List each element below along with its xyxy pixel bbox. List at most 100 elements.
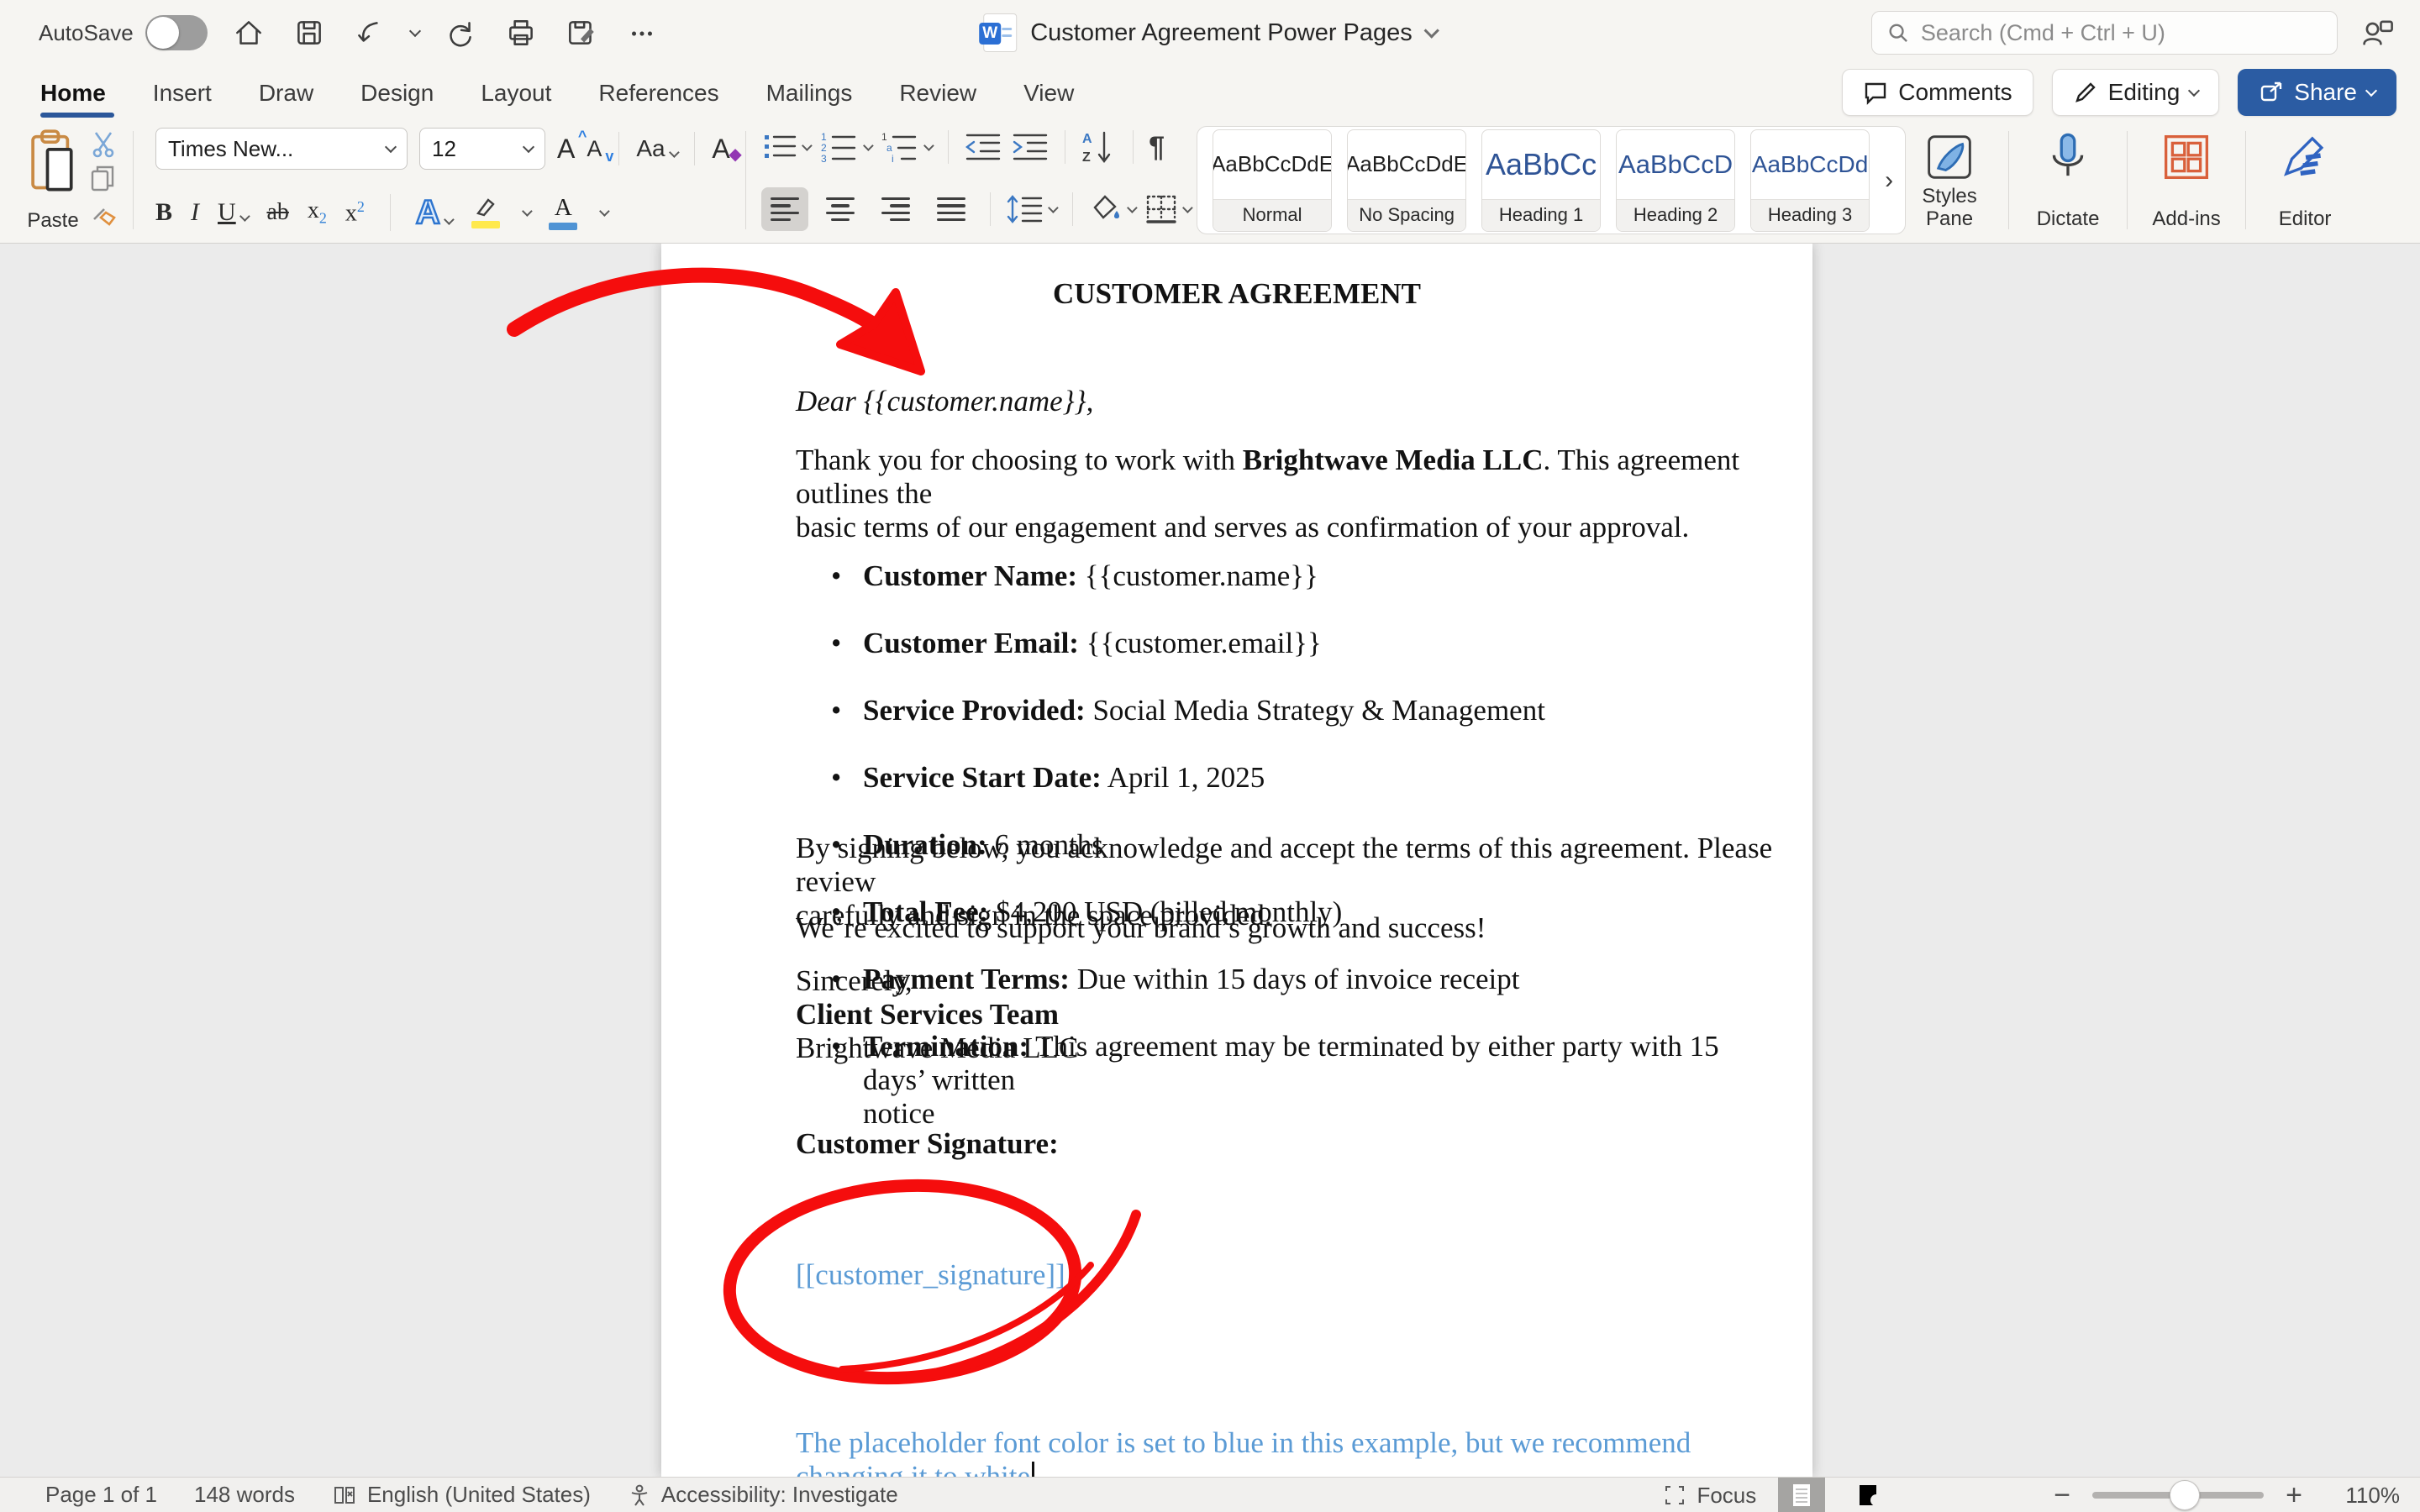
- save-as-icon[interactable]: [562, 13, 601, 52]
- styles-pane-button[interactable]: Styles Pane: [1906, 126, 1993, 234]
- styles-pane-icon: [1923, 131, 1975, 183]
- editing-mode-button[interactable]: Editing: [2052, 69, 2220, 116]
- doc-heading: CUSTOMER AGREEMENT: [661, 277, 1812, 311]
- font-size-value: 12: [432, 136, 456, 162]
- word-count[interactable]: 148 words: [194, 1482, 295, 1508]
- add-ins-button[interactable]: Add-ins: [2143, 126, 2230, 234]
- undo-icon[interactable]: [350, 13, 389, 52]
- tab-home[interactable]: Home: [40, 66, 129, 121]
- tab-mailings[interactable]: Mailings: [743, 66, 876, 121]
- document-title[interactable]: Customer Agreement Power Pages: [1030, 19, 1413, 47]
- outline-view-button[interactable]: [1916, 1478, 1963, 1512]
- doc-team: Client Services Team: [796, 998, 1059, 1031]
- ribbon-tab-row: Home Insert Draw Design Layout Reference…: [0, 66, 2420, 121]
- text-effects-button[interactable]: A: [416, 196, 453, 230]
- style-heading-2[interactable]: AaBbCcD Heading 2: [1616, 129, 1735, 232]
- draft-view-button[interactable]: [1985, 1478, 2032, 1512]
- tab-view[interactable]: View: [1000, 66, 1097, 121]
- cut-icon[interactable]: [89, 129, 118, 158]
- bold-button[interactable]: B: [155, 198, 172, 227]
- highlight-button[interactable]: [471, 197, 500, 228]
- presence-people-icon[interactable]: [2358, 13, 2396, 52]
- show-paragraph-marks-button[interactable]: ¶: [1149, 131, 1165, 164]
- autosave-control[interactable]: AutoSave: [39, 15, 208, 50]
- decrease-indent-button[interactable]: [964, 130, 1002, 164]
- font-size-select[interactable]: 12: [419, 128, 545, 170]
- more-options-icon[interactable]: [623, 13, 661, 52]
- tab-layout[interactable]: Layout: [457, 66, 575, 121]
- shrink-font-button[interactable]: Av: [587, 138, 602, 160]
- style-heading-3[interactable]: AaBbCcDd Heading 3: [1750, 129, 1870, 232]
- increase-indent-button[interactable]: [1011, 130, 1050, 164]
- strikethrough-button[interactable]: ab: [266, 199, 288, 226]
- page-indicator[interactable]: Page 1 of 1: [45, 1482, 157, 1508]
- print-icon[interactable]: [502, 13, 540, 52]
- align-center-button[interactable]: [817, 187, 864, 231]
- font-color-bar: [549, 223, 577, 230]
- focus-button[interactable]: Focus: [1663, 1483, 1756, 1509]
- search-input[interactable]: [1921, 20, 2322, 46]
- comment-icon: [1863, 80, 1888, 105]
- multilevel-list-button[interactable]: 1ai: [880, 130, 933, 164]
- dictate-button[interactable]: Dictate: [2024, 126, 2112, 234]
- editor-button[interactable]: Editor: [2261, 126, 2349, 234]
- print-layout-view-button[interactable]: [1778, 1478, 1825, 1512]
- copy-icon[interactable]: [89, 165, 118, 193]
- accessibility-status[interactable]: Accessibility: Investigate: [628, 1482, 898, 1508]
- share-icon: [2259, 80, 2284, 105]
- undo-dropdown-icon[interactable]: [409, 24, 421, 36]
- comments-button[interactable]: Comments: [1842, 69, 2033, 116]
- style-heading-1[interactable]: AaBbCc Heading 1: [1481, 129, 1601, 232]
- format-painter-icon[interactable]: [89, 199, 118, 228]
- superscript-button[interactable]: x2: [345, 198, 365, 227]
- underline-button[interactable]: U: [218, 198, 248, 227]
- search-box[interactable]: [1871, 11, 2338, 55]
- tab-review[interactable]: Review: [876, 66, 1000, 121]
- editor-pencil-icon: [2279, 131, 2331, 183]
- align-right-button[interactable]: [872, 187, 919, 231]
- paste-button[interactable]: Paste: [25, 126, 81, 234]
- justify-button[interactable]: [928, 187, 975, 231]
- font-color-button[interactable]: A: [549, 196, 577, 230]
- align-left-button[interactable]: [761, 187, 808, 231]
- borders-button[interactable]: [1144, 192, 1192, 226]
- tab-design[interactable]: Design: [337, 66, 457, 121]
- zoom-in-button[interactable]: +: [2286, 1481, 2302, 1509]
- svg-text:a: a: [886, 142, 892, 154]
- italic-button[interactable]: I: [191, 198, 199, 227]
- tab-references[interactable]: References: [575, 66, 742, 121]
- style-no-spacing[interactable]: AaBbCcDdE No Spacing: [1347, 129, 1466, 232]
- share-button[interactable]: Share: [2238, 69, 2396, 116]
- style-normal[interactable]: AaBbCcDdE Normal: [1213, 129, 1332, 232]
- tab-draw[interactable]: Draw: [235, 66, 337, 121]
- bullets-button[interactable]: [761, 130, 811, 164]
- font-name-select[interactable]: Times New...: [155, 128, 408, 170]
- zoom-level[interactable]: 110%: [2324, 1483, 2400, 1509]
- shading-button[interactable]: [1088, 192, 1136, 226]
- tab-insert[interactable]: Insert: [129, 66, 235, 121]
- document-canvas[interactable]: CUSTOMER AGREEMENT Dear {{customer.name}…: [0, 244, 2420, 1477]
- zoom-out-button[interactable]: −: [2054, 1481, 2070, 1509]
- styles-gallery-more-icon[interactable]: ›: [1885, 166, 1893, 195]
- redo-icon[interactable]: [441, 13, 480, 52]
- title-dropdown-icon[interactable]: [1423, 23, 1439, 38]
- microphone-icon: [2042, 131, 2094, 183]
- grow-font-button[interactable]: A^: [557, 135, 575, 162]
- svg-text:A: A: [1082, 132, 1092, 146]
- proofing-status[interactable]: English (United States): [332, 1482, 591, 1508]
- change-case-button[interactable]: Aa: [636, 135, 677, 162]
- save-icon[interactable]: [290, 13, 329, 52]
- web-layout-view-button[interactable]: [1847, 1478, 1894, 1512]
- word-document-icon: W: [983, 13, 1017, 52]
- document-page[interactable]: CUSTOMER AGREEMENT Dear {{customer.name}…: [661, 244, 1812, 1477]
- home-icon[interactable]: [229, 13, 268, 52]
- zoom-slider-knob[interactable]: [2170, 1480, 2200, 1510]
- clear-formatting-button[interactable]: A◆: [712, 134, 729, 165]
- line-spacing-button[interactable]: [1006, 192, 1057, 226]
- pencil-icon: [2073, 80, 2098, 105]
- sort-button[interactable]: AZ: [1081, 129, 1118, 165]
- subscript-button[interactable]: x2: [308, 197, 327, 228]
- numbering-button[interactable]: 123: [819, 130, 872, 164]
- zoom-slider[interactable]: [2092, 1492, 2264, 1499]
- autosave-toggle[interactable]: [145, 15, 208, 50]
